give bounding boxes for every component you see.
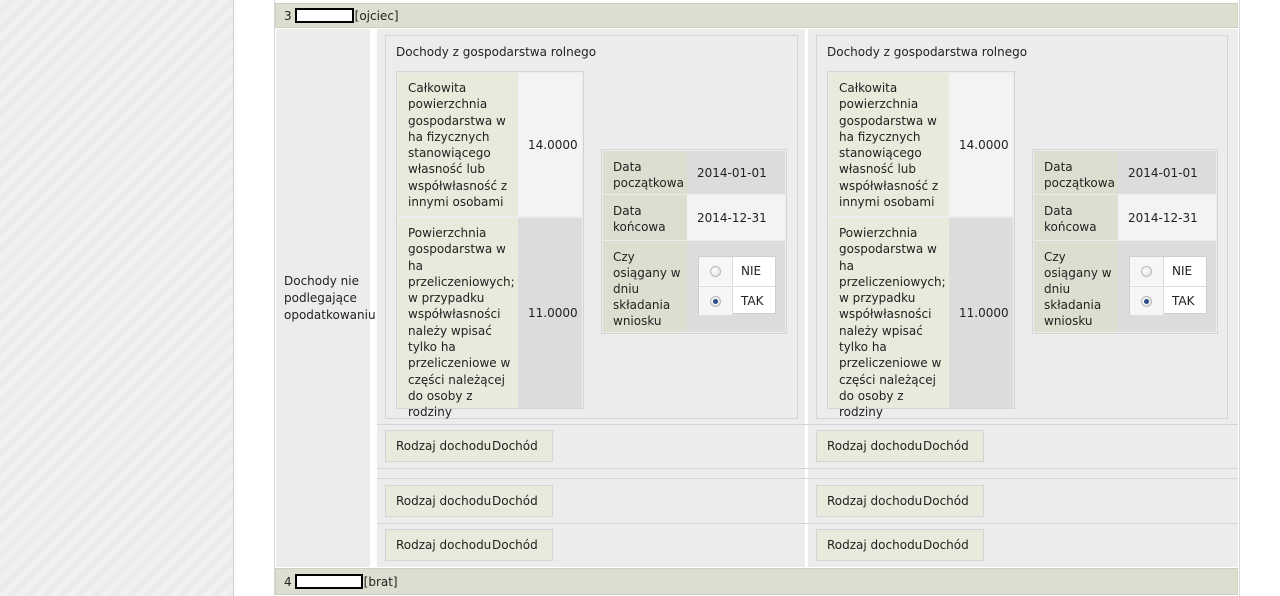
income-row[interactable]: Rodzaj dochodu Dochód	[385, 430, 553, 462]
area-table: Całkowita powierzchnia gospodarstwa w ha…	[396, 71, 584, 419]
start-date-value: 2014-01-01	[687, 151, 785, 194]
income-type-label: Rodzaj dochodu	[396, 538, 492, 552]
converted-area-value: 11.0000	[949, 218, 1013, 408]
achieved-options-cell: NIE TAK	[687, 241, 785, 332]
person-relation: [ojciec]	[354, 8, 399, 23]
section-label-cell: Dochody nie podlegające opodatkowaniu	[276, 29, 376, 567]
income-type-label: Rodzaj dochodu	[827, 494, 923, 508]
income-label: Dochód	[492, 538, 538, 552]
radio-nie[interactable]	[710, 265, 721, 277]
person-header[interactable]: 3 [ojciec]	[275, 3, 1238, 28]
radio-group: NIE TAK	[698, 256, 776, 315]
start-date-label: Data początkowa	[603, 151, 687, 194]
income-row[interactable]: Rodzaj dochodu Dochód	[816, 430, 984, 462]
redacted-name	[294, 8, 354, 23]
row-separator	[377, 523, 1238, 524]
income-label: Dochód	[923, 439, 969, 453]
radio-tak[interactable]	[710, 295, 721, 307]
radio-group: NIE TAK	[1129, 256, 1207, 315]
total-area-value: 14.0000	[949, 73, 1013, 216]
radio-label-tak: TAK	[1172, 294, 1195, 308]
start-date-label: Data początkowa	[1034, 151, 1118, 194]
radio-label-nie: NIE	[1172, 264, 1193, 278]
achieved-label: Czy osiągany w dniu składania wniosku	[603, 241, 687, 332]
income-label: Dochód	[492, 439, 538, 453]
total-area-label: Całkowita powierzchnia gospodarstwa w ha…	[829, 73, 949, 216]
income-row[interactable]: Rodzaj dochodu Dochód	[816, 485, 984, 517]
row-separator	[377, 424, 1238, 425]
end-date-label: Data końcowa	[1034, 195, 1118, 240]
radio-option-nie[interactable]: NIE	[1130, 257, 1206, 285]
farm-income-panel: Dochody z gospodarstwa rolnego Całkowita…	[816, 35, 1228, 419]
income-type-label: Rodzaj dochodu	[396, 494, 492, 508]
radio-option-nie[interactable]: NIE	[699, 257, 775, 285]
area-table: Całkowita powierzchnia gospodarstwa w ha…	[827, 71, 1015, 419]
radio-option-tak[interactable]: TAK	[699, 286, 775, 315]
start-date-value: 2014-01-01	[1118, 151, 1216, 194]
total-area-label: Całkowita powierzchnia gospodarstwa w ha…	[398, 73, 518, 216]
income-type-label: Rodzaj dochodu	[827, 439, 923, 453]
farm-income-panel: Dochody z gospodarstwa rolnego Całkowita…	[385, 35, 798, 419]
income-row[interactable]: Rodzaj dochodu Dochód	[816, 529, 984, 561]
date-table: Data początkowa 2014-01-01 Data końcowa …	[601, 149, 787, 334]
person-header[interactable]: 4 [brat]	[275, 568, 1238, 595]
row-separator	[377, 468, 1238, 469]
income-label: Dochód	[923, 494, 969, 508]
income-row[interactable]: Rodzaj dochodu Dochód	[385, 485, 553, 517]
achieved-options-cell: NIE TAK	[1118, 241, 1216, 332]
person-number: 3	[284, 8, 292, 23]
achieved-label: Czy osiągany w dniu składania wniosku	[1034, 241, 1118, 332]
radio-nie[interactable]	[1141, 265, 1152, 277]
row-separator	[377, 478, 1238, 479]
panel-title: Dochody z gospodarstwa rolnego	[827, 45, 1028, 59]
income-label: Dochód	[923, 538, 969, 552]
converted-area-label: Powierzchnia gospodarstwa w ha przelicze…	[398, 218, 518, 419]
date-table: Data początkowa 2014-01-01 Data końcowa …	[1032, 149, 1218, 334]
section-label: Dochody nie podlegające opodatkowaniu	[284, 273, 376, 322]
redacted-name	[294, 574, 363, 589]
income-type-label: Rodzaj dochodu	[396, 439, 492, 453]
radio-option-tak[interactable]: TAK	[1130, 286, 1206, 315]
person-relation: [brat]	[363, 574, 398, 589]
income-label: Dochód	[492, 494, 538, 508]
left-sidebar	[0, 0, 234, 596]
end-date-value: 2014-12-31	[1118, 195, 1216, 240]
person-number: 4	[284, 574, 292, 589]
total-area-value: 14.0000	[518, 73, 582, 216]
radio-label-tak: TAK	[741, 294, 764, 308]
radio-label-nie: NIE	[741, 264, 762, 278]
income-row[interactable]: Rodzaj dochodu Dochód	[385, 529, 553, 561]
panel-title: Dochody z gospodarstwa rolnego	[396, 45, 597, 59]
income-type-label: Rodzaj dochodu	[827, 538, 923, 552]
end-date-label: Data końcowa	[603, 195, 687, 240]
end-date-value: 2014-12-31	[687, 195, 785, 240]
converted-area-value: 11.0000	[518, 218, 582, 408]
radio-tak[interactable]	[1141, 295, 1152, 307]
converted-area-label: Powierzchnia gospodarstwa w ha przelicze…	[829, 218, 949, 419]
